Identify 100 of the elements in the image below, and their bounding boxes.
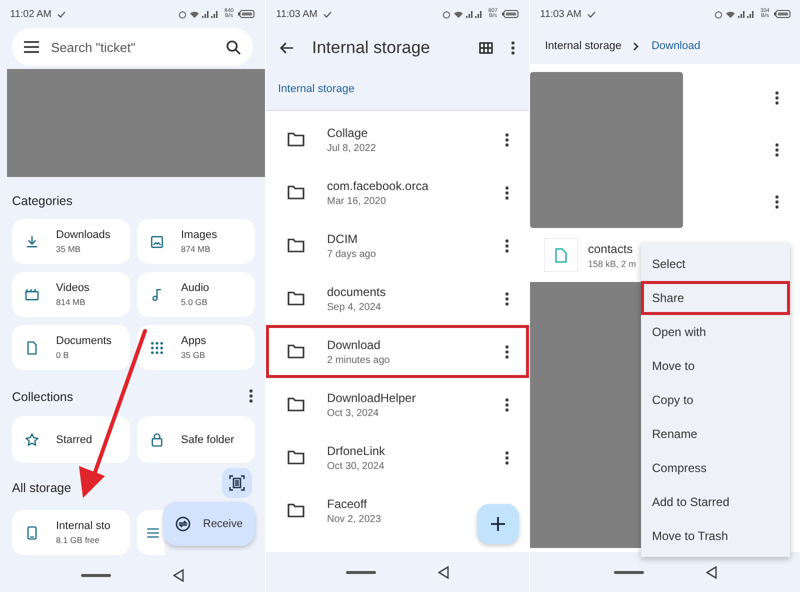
- section-heading: Collections: [12, 390, 74, 404]
- category-name: Images: [181, 229, 218, 241]
- grid-view-icon[interactable]: [479, 42, 493, 54]
- receive-button[interactable]: Receive: [163, 502, 255, 546]
- document-scan-icon: [229, 475, 245, 491]
- category-card[interactable]: Images 874 MB: [137, 219, 255, 264]
- folder-icon: [287, 238, 305, 253]
- plus-icon: [491, 517, 505, 531]
- category-card[interactable]: Documents 0 B: [12, 325, 130, 370]
- more-icon[interactable]: [505, 344, 509, 358]
- category-card[interactable]: Downloads 35 MB: [12, 219, 130, 264]
- category-name: Videos: [56, 282, 90, 294]
- folder-name: documents: [327, 284, 387, 298]
- section-heading: All storage: [12, 481, 72, 495]
- film-icon: [24, 286, 40, 302]
- file-details: 158 kB, 2 m: [588, 258, 636, 268]
- storage-card[interactable]: Internal sto 8.1 GB free: [12, 510, 130, 555]
- folder-row[interactable]: DownloadHelper Oct 3, 2024: [266, 378, 529, 431]
- more-icon[interactable]: [505, 398, 509, 412]
- folder-date: Sep 4, 2024: [327, 302, 382, 312]
- menu-item[interactable]: Add to Starred: [641, 485, 790, 519]
- folder-date: Oct 30, 2024: [327, 460, 386, 472]
- battery-icon: [238, 10, 255, 18]
- folder-row[interactable]: DCIM 7 days ago: [266, 219, 529, 272]
- more-icon[interactable]: [775, 195, 779, 209]
- more-icon[interactable]: [505, 238, 509, 252]
- search-field[interactable]: Search "ticket": [12, 28, 253, 66]
- more-icon[interactable]: [249, 388, 253, 402]
- folder-row[interactable]: DrfoneLink Oct 30, 2024: [266, 431, 529, 484]
- folder-date: 7 days ago: [327, 248, 377, 260]
- lock-icon: [149, 432, 165, 448]
- folder-row[interactable]: documents Sep 4, 2024: [266, 272, 529, 325]
- category-card[interactable]: Apps 35 GB: [137, 325, 255, 370]
- folder-name: com.facebook.orca: [327, 178, 430, 192]
- collection-name: Starred: [56, 434, 92, 446]
- menu-item[interactable]: Open with: [641, 315, 790, 349]
- search-icon[interactable]: [226, 40, 241, 54]
- document-icon: [555, 248, 567, 262]
- home-handle[interactable]: [81, 574, 111, 576]
- home-handle[interactable]: [346, 570, 376, 574]
- more-icon[interactable]: [775, 91, 779, 105]
- collection-card[interactable]: Safe folder: [137, 416, 255, 463]
- category-name: Downloads: [56, 229, 110, 241]
- category-size: 0 B: [56, 350, 70, 360]
- collection-card[interactable]: Starred: [12, 416, 130, 463]
- category-size: 874 MB: [181, 244, 212, 254]
- more-icon[interactable]: [511, 41, 515, 55]
- category-name: Documents: [56, 335, 112, 347]
- folder-row[interactable]: Download 2 minutes ago: [266, 325, 529, 378]
- more-icon[interactable]: [775, 143, 779, 157]
- scan-button[interactable]: [222, 468, 252, 498]
- back-arrow-icon[interactable]: [280, 42, 294, 54]
- signal-icon: [466, 10, 484, 18]
- battery-icon: [502, 10, 519, 18]
- signal-icon: [738, 10, 756, 18]
- category-card[interactable]: Videos 814 MB: [12, 272, 130, 317]
- folder-icon: [287, 185, 305, 200]
- alarm-icon: [442, 10, 451, 18]
- more-icon[interactable]: [505, 132, 509, 146]
- category-name: Apps: [181, 335, 206, 347]
- back-icon[interactable]: [173, 568, 184, 582]
- menu-item[interactable]: Copy to: [641, 383, 790, 417]
- menu-item[interactable]: Share: [641, 281, 790, 315]
- status-time: 11:02 AM: [10, 8, 52, 20]
- menu-item[interactable]: Rename: [641, 417, 790, 451]
- storage-card[interactable]: [137, 510, 165, 555]
- menu-item[interactable]: Compress: [641, 451, 790, 485]
- folder-row[interactable]: Collage Jul 8, 2022: [266, 113, 529, 166]
- check-icon: [586, 10, 596, 18]
- folder-date: 2 minutes ago: [327, 354, 391, 366]
- storage-free: 8.1 GB free: [56, 535, 100, 545]
- back-icon[interactable]: [706, 566, 717, 578]
- folder-icon: [287, 344, 305, 359]
- menu-item[interactable]: Move to: [641, 349, 790, 383]
- wifi-icon: [190, 10, 199, 18]
- storage-name: Internal sto: [56, 520, 110, 532]
- status-time: 11:03 AM: [276, 8, 318, 20]
- folder-date: Oct 3, 2024: [327, 408, 380, 418]
- breadcrumb-link[interactable]: Internal storage: [278, 83, 354, 95]
- search-input[interactable]: Search "ticket": [49, 38, 216, 56]
- download-icon: [24, 234, 40, 250]
- category-card[interactable]: Audio 5.0 GB: [137, 272, 255, 317]
- menu-icon[interactable]: [24, 41, 39, 53]
- folder-icon: [287, 450, 305, 465]
- folder-date: Jul 8, 2022: [327, 142, 377, 154]
- add-button[interactable]: [477, 504, 519, 544]
- check-icon: [56, 10, 66, 18]
- breadcrumb-link[interactable]: Internal storage: [545, 40, 622, 52]
- more-icon[interactable]: [505, 450, 509, 464]
- alarm-icon: [714, 10, 723, 18]
- category-size: 35 MB: [56, 244, 82, 254]
- home-handle[interactable]: [614, 570, 644, 574]
- menu-item[interactable]: Move to Trash: [641, 519, 790, 553]
- folder-name: Faceoff: [327, 496, 368, 510]
- folder-icon: [287, 397, 305, 412]
- folder-row[interactable]: com.facebook.orca Mar 16, 2020: [266, 166, 529, 219]
- more-icon[interactable]: [505, 186, 509, 200]
- back-icon[interactable]: [438, 566, 449, 578]
- menu-item[interactable]: Select: [641, 247, 790, 281]
- more-icon[interactable]: [505, 292, 509, 306]
